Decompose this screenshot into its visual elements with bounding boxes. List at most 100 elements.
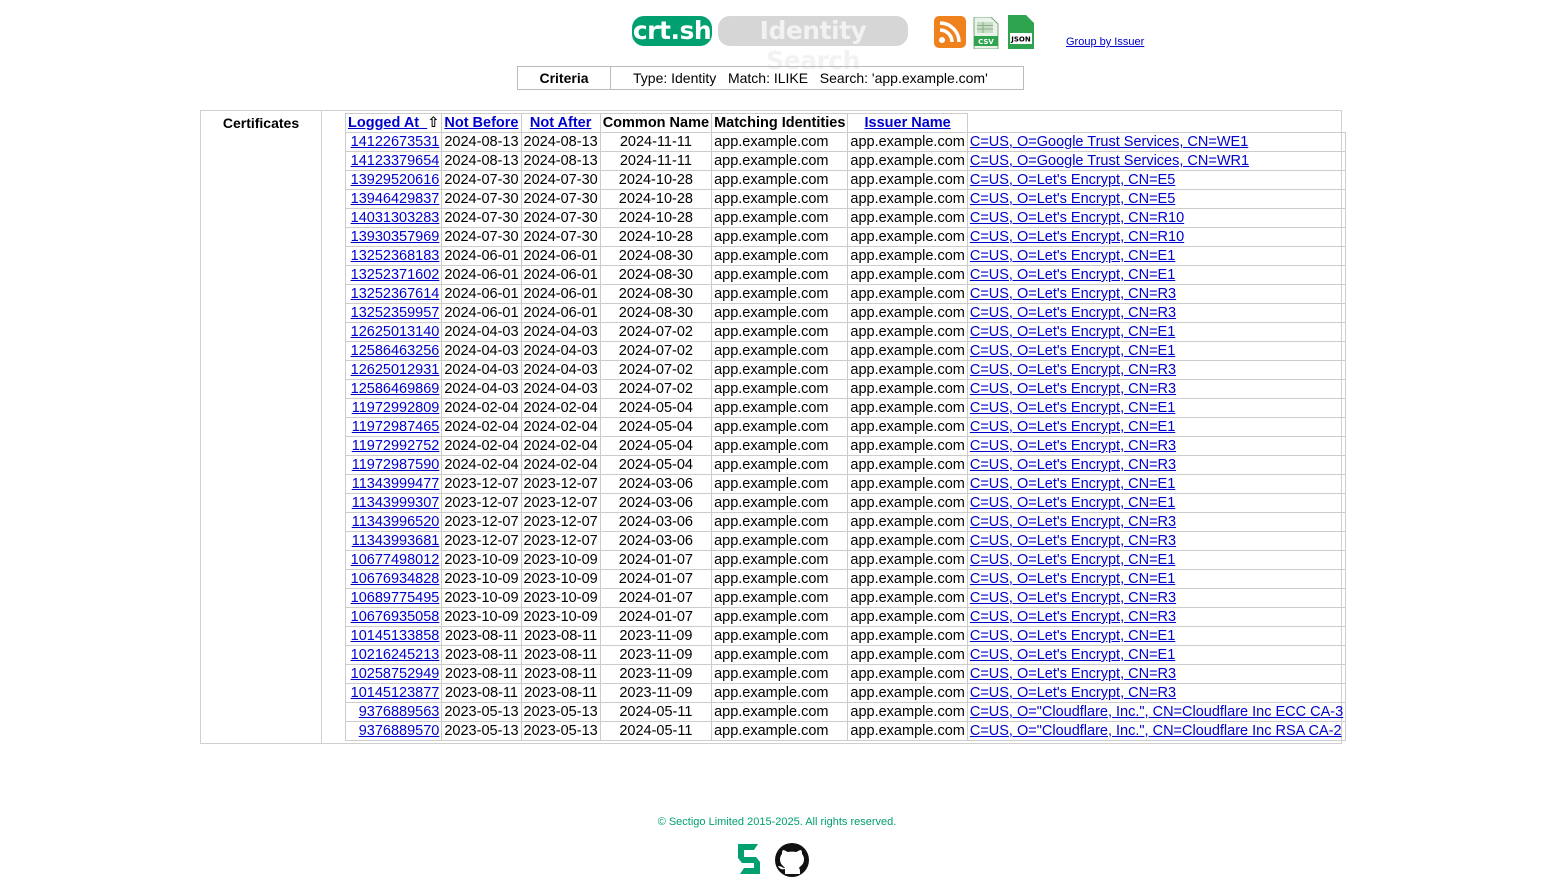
cert-id-link[interactable]: 11343996520 bbox=[344, 512, 443, 532]
issuer-name-link[interactable]: C=US, O=Let's Encrypt, CN=R10 bbox=[966, 227, 1347, 247]
issuer-name-link[interactable]: C=US, O=Let's Encrypt, CN=E1 bbox=[966, 341, 1347, 361]
common-name-cell: app.example.com bbox=[711, 360, 849, 380]
common-name-cell: app.example.com bbox=[711, 303, 849, 323]
cert-id-link[interactable]: 11343993681 bbox=[344, 531, 443, 551]
not-before-cell: 2023-12-07 bbox=[520, 493, 601, 513]
cert-id-link[interactable]: 11972987590 bbox=[344, 455, 443, 475]
logged-at-cell: 2024-08-13 bbox=[441, 132, 522, 152]
table-row: 11972992809 2024-02-04 2024-02-04 2024-05-0… bbox=[344, 398, 1347, 418]
sectigo-logo-icon[interactable] bbox=[738, 844, 760, 874]
issuer-name-link[interactable]: C=US, O=Let's Encrypt, CN=E1 bbox=[966, 493, 1347, 513]
issuer-name-link[interactable]: C=US, O="Cloudflare, Inc.", CN=Cloudflar… bbox=[966, 702, 1347, 722]
column-issuer-name[interactable]: Issuer Name bbox=[847, 113, 968, 133]
issuer-name-link[interactable]: C=US, O=Let's Encrypt, CN=E1 bbox=[966, 569, 1347, 589]
issuer-name-link[interactable]: C=US, O=Google Trust Services, CN=WE1 bbox=[966, 132, 1347, 152]
cert-id-link[interactable]: 10689775495 bbox=[344, 588, 443, 608]
cert-id-link[interactable]: 10258752949 bbox=[344, 664, 443, 684]
rss-feed-icon[interactable] bbox=[934, 16, 966, 48]
issuer-name-link[interactable]: C=US, O=Google Trust Services, CN=WR1 bbox=[966, 151, 1347, 171]
matching-identity-cell: app.example.com bbox=[847, 721, 968, 741]
cert-id-link[interactable]: 10676934828 bbox=[344, 569, 443, 589]
table-row: 12586463256 2024-04-03 2024-04-03 2024-07-0… bbox=[344, 341, 1347, 361]
issuer-name-link[interactable]: C=US, O=Let's Encrypt, CN=R10 bbox=[966, 208, 1347, 228]
issuer-name-link[interactable]: C=US, O=Let's Encrypt, CN=R3 bbox=[966, 588, 1347, 608]
cert-id-link[interactable]: 11972992752 bbox=[344, 436, 443, 456]
not-after-cell: 2024-05-11 bbox=[599, 702, 713, 722]
cert-id-link[interactable]: 13252371602 bbox=[344, 265, 443, 285]
logged-at-cell: 2024-08-13 bbox=[441, 151, 522, 171]
matching-identity-cell: app.example.com bbox=[847, 588, 968, 608]
issuer-name-link[interactable]: C=US, O=Let's Encrypt, CN=R3 bbox=[966, 683, 1347, 703]
cert-id-link[interactable]: 10676935058 bbox=[344, 607, 443, 627]
cert-id-link[interactable]: 13929520616 bbox=[344, 170, 443, 190]
issuer-name-link[interactable]: C=US, O=Let's Encrypt, CN=E1 bbox=[966, 645, 1347, 665]
common-name-cell: app.example.com bbox=[711, 588, 849, 608]
cert-id-link[interactable]: 11972987465 bbox=[344, 417, 443, 437]
cert-id-link[interactable]: 12625012931 bbox=[344, 360, 443, 380]
issuer-name-link[interactable]: C=US, O=Let's Encrypt, CN=E1 bbox=[966, 265, 1347, 285]
not-before-cell: 2023-10-09 bbox=[520, 588, 601, 608]
not-after-cell: 2024-08-30 bbox=[599, 303, 713, 323]
cert-id-link[interactable]: 13946429837 bbox=[344, 189, 443, 209]
cert-id-link[interactable]: 12625013140 bbox=[344, 322, 443, 342]
issuer-name-link[interactable]: C=US, O=Let's Encrypt, CN=E1 bbox=[966, 322, 1347, 342]
issuer-name-link[interactable]: C=US, O=Let's Encrypt, CN=R3 bbox=[966, 512, 1347, 532]
column-not-after[interactable]: Not After bbox=[520, 113, 601, 133]
cert-id-link[interactable]: 9376889570 bbox=[344, 721, 443, 741]
issuer-name-link[interactable]: C=US, O=Let's Encrypt, CN=R3 bbox=[966, 379, 1347, 399]
cert-id-link[interactable]: 14031303283 bbox=[344, 208, 443, 228]
issuer-name-link[interactable]: C=US, O=Let's Encrypt, CN=E1 bbox=[966, 474, 1347, 494]
common-name-cell: app.example.com bbox=[711, 284, 849, 304]
table-row: 10689775495 2023-10-09 2023-10-09 2024-01-0… bbox=[344, 588, 1347, 608]
json-download-icon[interactable]: JSON bbox=[1006, 15, 1036, 49]
column-logged-at[interactable]: Logged At ⇧ bbox=[344, 113, 443, 133]
cert-id-link[interactable]: 11343999477 bbox=[344, 474, 443, 494]
issuer-name-link[interactable]: C=US, O=Let's Encrypt, CN=E1 bbox=[966, 246, 1347, 266]
cert-id-link[interactable]: 11972992809 bbox=[344, 398, 443, 418]
issuer-name-link[interactable]: C=US, O=Let's Encrypt, CN=E1 bbox=[966, 417, 1347, 437]
cert-id-link[interactable]: 13252359957 bbox=[344, 303, 443, 323]
matching-identity-cell: app.example.com bbox=[847, 379, 968, 399]
issuer-name-link[interactable]: C=US, O=Let's Encrypt, CN=E1 bbox=[966, 626, 1347, 646]
cert-id-link[interactable]: 10145123877 bbox=[344, 683, 443, 703]
issuer-name-link[interactable]: C=US, O=Let's Encrypt, CN=R3 bbox=[966, 436, 1347, 456]
github-icon[interactable] bbox=[775, 843, 809, 877]
csv-download-icon[interactable]: CSV bbox=[972, 17, 1000, 49]
cert-id-link[interactable]: 13252368183 bbox=[344, 246, 443, 266]
not-after-cell: 2024-10-28 bbox=[599, 208, 713, 228]
cert-id-link[interactable]: 14122673531 bbox=[344, 132, 443, 152]
table-row: 13252367614 2024-06-01 2024-06-01 2024-08-3… bbox=[344, 284, 1347, 304]
table-row: 13930357969 2024-07-30 2024-07-30 2024-10-2… bbox=[344, 227, 1347, 247]
table-row: 9376889570 2023-05-13 2023-05-13 2024-05-11… bbox=[344, 721, 1347, 741]
issuer-name-link[interactable]: C=US, O=Let's Encrypt, CN=R3 bbox=[966, 303, 1347, 323]
issuer-name-link[interactable]: C=US, O=Let's Encrypt, CN=R3 bbox=[966, 360, 1347, 380]
common-name-cell: app.example.com bbox=[711, 569, 849, 589]
cert-id-link[interactable]: 12586463256 bbox=[344, 341, 443, 361]
issuer-name-link[interactable]: C=US, O=Let's Encrypt, CN=E1 bbox=[966, 550, 1347, 570]
cert-id-link[interactable]: 11343999307 bbox=[344, 493, 443, 513]
issuer-name-link[interactable]: C=US, O=Let's Encrypt, CN=R3 bbox=[966, 531, 1347, 551]
cert-id-link[interactable]: 13930357969 bbox=[344, 227, 443, 247]
issuer-name-link[interactable]: C=US, O=Let's Encrypt, CN=E5 bbox=[966, 189, 1347, 209]
column-not-before[interactable]: Not Before bbox=[441, 113, 522, 133]
cert-id-link[interactable]: 9376889563 bbox=[344, 702, 443, 722]
issuer-name-link[interactable]: C=US, O=Let's Encrypt, CN=R3 bbox=[966, 284, 1347, 304]
cert-id-link[interactable]: 10216245213 bbox=[344, 645, 443, 665]
cert-id-link[interactable]: 14123379654 bbox=[344, 151, 443, 171]
cert-id-link[interactable]: 12586469869 bbox=[344, 379, 443, 399]
issuer-name-link[interactable]: C=US, O=Let's Encrypt, CN=R3 bbox=[966, 607, 1347, 627]
not-before-cell: 2024-06-01 bbox=[520, 303, 601, 323]
issuer-name-link[interactable]: C=US, O=Let's Encrypt, CN=E5 bbox=[966, 170, 1347, 190]
issuer-name-link[interactable]: C=US, O="Cloudflare, Inc.", CN=Cloudflar… bbox=[966, 721, 1347, 741]
cert-id-link[interactable]: 10145133858 bbox=[344, 626, 443, 646]
issuer-name-link[interactable]: C=US, O=Let's Encrypt, CN=R3 bbox=[966, 664, 1347, 684]
crtsh-logo[interactable]: crt.sh bbox=[632, 16, 712, 46]
matching-identity-cell: app.example.com bbox=[847, 512, 968, 532]
logged-at-cell: 2023-05-13 bbox=[441, 702, 522, 722]
issuer-name-link[interactable]: C=US, O=Let's Encrypt, CN=R3 bbox=[966, 455, 1347, 475]
cert-id-link[interactable]: 10677498012 bbox=[344, 550, 443, 570]
not-after-cell: 2024-10-28 bbox=[599, 227, 713, 247]
cert-id-link[interactable]: 13252367614 bbox=[344, 284, 443, 304]
issuer-name-link[interactable]: C=US, O=Let's Encrypt, CN=E1 bbox=[966, 398, 1347, 418]
group-by-issuer-link[interactable]: Group by Issuer bbox=[1066, 36, 1144, 48]
